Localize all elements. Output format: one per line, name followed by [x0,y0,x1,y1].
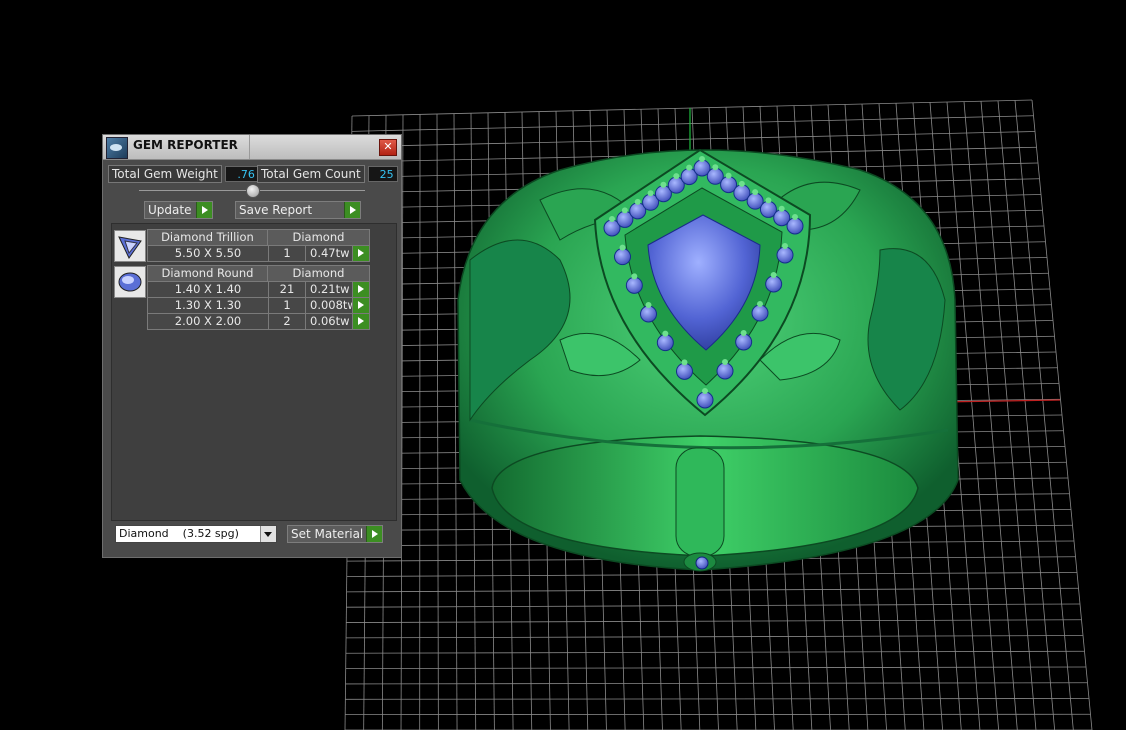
table-row[interactable]: 1.30 X 1.30 1 0.008tw [147,297,370,314]
halo-stone [640,305,657,323]
prong [782,243,788,249]
gem-qty: 1 [268,297,306,314]
prong [792,214,798,220]
prong [738,180,745,187]
gem-qty: 21 [268,281,306,298]
prong [681,359,688,366]
total-count-value: 25 [367,166,398,182]
gem-size: 2.00 X 2.00 [147,313,269,330]
prong [757,301,763,307]
prong [621,207,628,214]
close-icon[interactable]: ✕ [379,139,397,156]
halo-stone [765,275,783,293]
gem-material-label: Diamond [266,229,370,246]
halo-stone [676,362,693,380]
total-count-row: Total Gem Count 25 [257,165,398,183]
material-select[interactable]: Diamond (3.52 spg) [115,525,277,543]
prong [631,273,638,280]
table-row[interactable]: 2.00 X 2.00 2 0.06tw [147,313,370,330]
halo-stone [614,248,631,266]
panel-titlebar[interactable]: GEM REPORTER ✕ [103,135,401,160]
trillion-gem-icon[interactable] [114,230,146,262]
halo-stone [786,217,804,235]
play-arrow-icon [344,202,360,218]
chevron-down-icon[interactable] [260,526,276,542]
prong [740,330,747,336]
halo-stone [776,246,794,264]
prong [686,164,693,171]
total-weight-label: Total Gem Weight [108,165,222,183]
halo-stone [696,391,714,409]
ring-model [457,148,959,572]
prong [712,164,719,171]
play-arrow-icon [366,526,382,542]
gem-qty: 2 [268,313,306,330]
table-row[interactable]: 1.40 X 1.40 21 0.21tw [147,281,370,298]
gem-weight: 0.21tw [305,281,353,298]
material-select-value: Diamond (3.52 spg) [119,527,239,540]
gem-cut-label: Diamond Trillion [147,229,268,246]
round-gem-icon[interactable] [114,266,146,298]
gem-cut-label: Diamond Round [147,265,268,282]
prong [722,359,728,365]
gem-group-header: Diamond Trillion Diamond [147,229,370,246]
titlebar-divider [249,135,250,159]
gem-weight: 0.47tw [305,245,353,262]
halo-stone [656,334,674,352]
halo-stone [751,304,769,322]
set-material-button-label: Set Material [291,527,364,541]
save-report-button-label: Save Report [239,203,313,217]
gem-weight: 0.008tw [305,297,353,314]
prong [660,181,667,188]
prong [647,190,654,197]
prong [770,272,777,278]
prong [619,244,626,251]
select-gem-arrow-icon[interactable] [352,281,370,298]
save-report-button[interactable]: Save Report [235,201,361,219]
gem-size: 5.50 X 5.50 [147,245,269,262]
gem-material-label: Diamond [266,265,370,282]
gem-weight: 0.06tw [305,313,353,330]
play-arrow-icon [196,202,212,218]
panel-title: GEM REPORTER [133,138,238,152]
panel-slider-knob[interactable] [246,184,260,198]
gem-qty: 1 [268,245,306,262]
gem-size: 1.40 X 1.40 [147,281,269,298]
prong [702,388,708,394]
select-gem-arrow-icon[interactable] [352,297,370,314]
select-gem-arrow-icon[interactable] [352,245,370,262]
prong [609,216,615,222]
halo-stone [716,362,734,380]
prong [752,189,759,196]
update-button-label: Update [148,203,192,217]
update-button[interactable]: Update [144,201,213,219]
total-count-label: Total Gem Count [257,165,365,183]
prong [725,172,732,179]
total-weight-value: .76 [224,166,259,182]
gem-group-header: Diamond Round Diamond [147,265,370,282]
gem-group-trillion: Diamond Trillion Diamond 5.50 X 5.50 1 0… [147,229,370,262]
prong [662,330,669,337]
gem-reporter-app-icon [106,137,128,159]
prong [645,302,652,308]
select-gem-arrow-icon[interactable] [352,313,370,330]
prong [778,205,785,212]
halo-stone [625,276,643,294]
prong [699,156,705,162]
gem-group-round: Diamond Round Diamond 1.40 X 1.40 21 0.2… [147,265,370,330]
table-row[interactable]: 5.50 X 5.50 1 0.47tw [147,245,370,262]
total-weight-row: Total Gem Weight .76 [108,165,259,183]
prong [765,197,772,204]
prong [673,173,680,180]
set-material-button[interactable]: Set Material [287,525,383,543]
gem-list: Diamond Trillion Diamond 5.50 X 5.50 1 0… [111,223,397,521]
gem-reporter-panel: GEM REPORTER ✕ Total Gem Weight .76 Tota… [102,134,402,558]
prong [634,198,641,205]
halo-stone [735,333,753,351]
gem-size: 1.30 X 1.30 [147,297,269,314]
